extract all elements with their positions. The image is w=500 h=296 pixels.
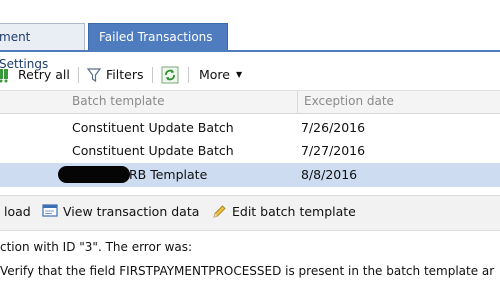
cell-batch-template: Constituent Update Batch	[72, 120, 234, 135]
view-data-icon	[42, 204, 58, 217]
toolbar: Retry all Filters More ▼	[0, 62, 500, 88]
cell-exception-date: 7/27/2016	[301, 143, 366, 158]
toolbar-divider	[188, 67, 189, 83]
cell-exception-date: 7/26/2016	[301, 120, 366, 135]
redaction-mark	[58, 166, 130, 183]
view-transaction-data-button[interactable]: View transaction data	[42, 204, 199, 219]
row-action-bar: load View transaction data Edit batch te…	[0, 195, 500, 231]
error-message-line: Verify that the field FIRSTPAYMENTPROCES…	[0, 264, 495, 278]
table-row[interactable]: Constituent Update Batch 7/27/2016	[0, 139, 500, 163]
refresh-icon	[161, 66, 179, 84]
error-message-line: ction with ID "3". The error was:	[0, 240, 193, 254]
view-transaction-data-label: View transaction data	[63, 204, 200, 219]
download-label: load	[4, 204, 31, 219]
grid-header: Batch template Exception date	[0, 90, 500, 114]
tab-bar: ment Settings Failed Transactions	[0, 0, 500, 71]
edit-batch-template-button[interactable]: Edit batch template	[212, 204, 356, 219]
column-header-batch-template[interactable]: Batch template	[72, 94, 164, 108]
refresh-button[interactable]	[161, 66, 179, 84]
more-label: More	[199, 67, 230, 82]
tab-failed-transactions[interactable]: Failed Transactions	[88, 23, 228, 50]
pencil-icon	[213, 205, 226, 218]
filters-label: Filters	[106, 67, 144, 82]
table-row-selected[interactable]: RB Template 8/8/2016	[0, 163, 500, 187]
retry-icon	[0, 69, 8, 83]
retry-all-label: Retry all	[18, 67, 70, 82]
table-row[interactable]: Constituent Update Batch 7/26/2016	[0, 116, 500, 140]
tab-underline	[0, 50, 500, 52]
cell-exception-date: 8/8/2016	[301, 167, 358, 182]
toolbar-divider	[78, 67, 79, 83]
column-divider[interactable]	[297, 91, 298, 113]
tab-payment-settings[interactable]: ment Settings	[0, 23, 85, 71]
toolbar-divider	[152, 67, 153, 83]
cell-batch-template: Constituent Update Batch	[72, 143, 234, 158]
more-menu-button[interactable]: More ▼	[199, 66, 242, 84]
funnel-icon	[86, 68, 102, 83]
download-button[interactable]: load	[4, 204, 31, 219]
retry-all-button[interactable]: Retry all	[0, 66, 70, 84]
column-header-exception-date[interactable]: Exception date	[304, 94, 394, 108]
cell-batch-template: RB Template	[129, 167, 208, 182]
caret-down-icon: ▼	[236, 70, 243, 79]
edit-batch-template-label: Edit batch template	[232, 204, 356, 219]
filters-button[interactable]: Filters	[86, 66, 143, 84]
